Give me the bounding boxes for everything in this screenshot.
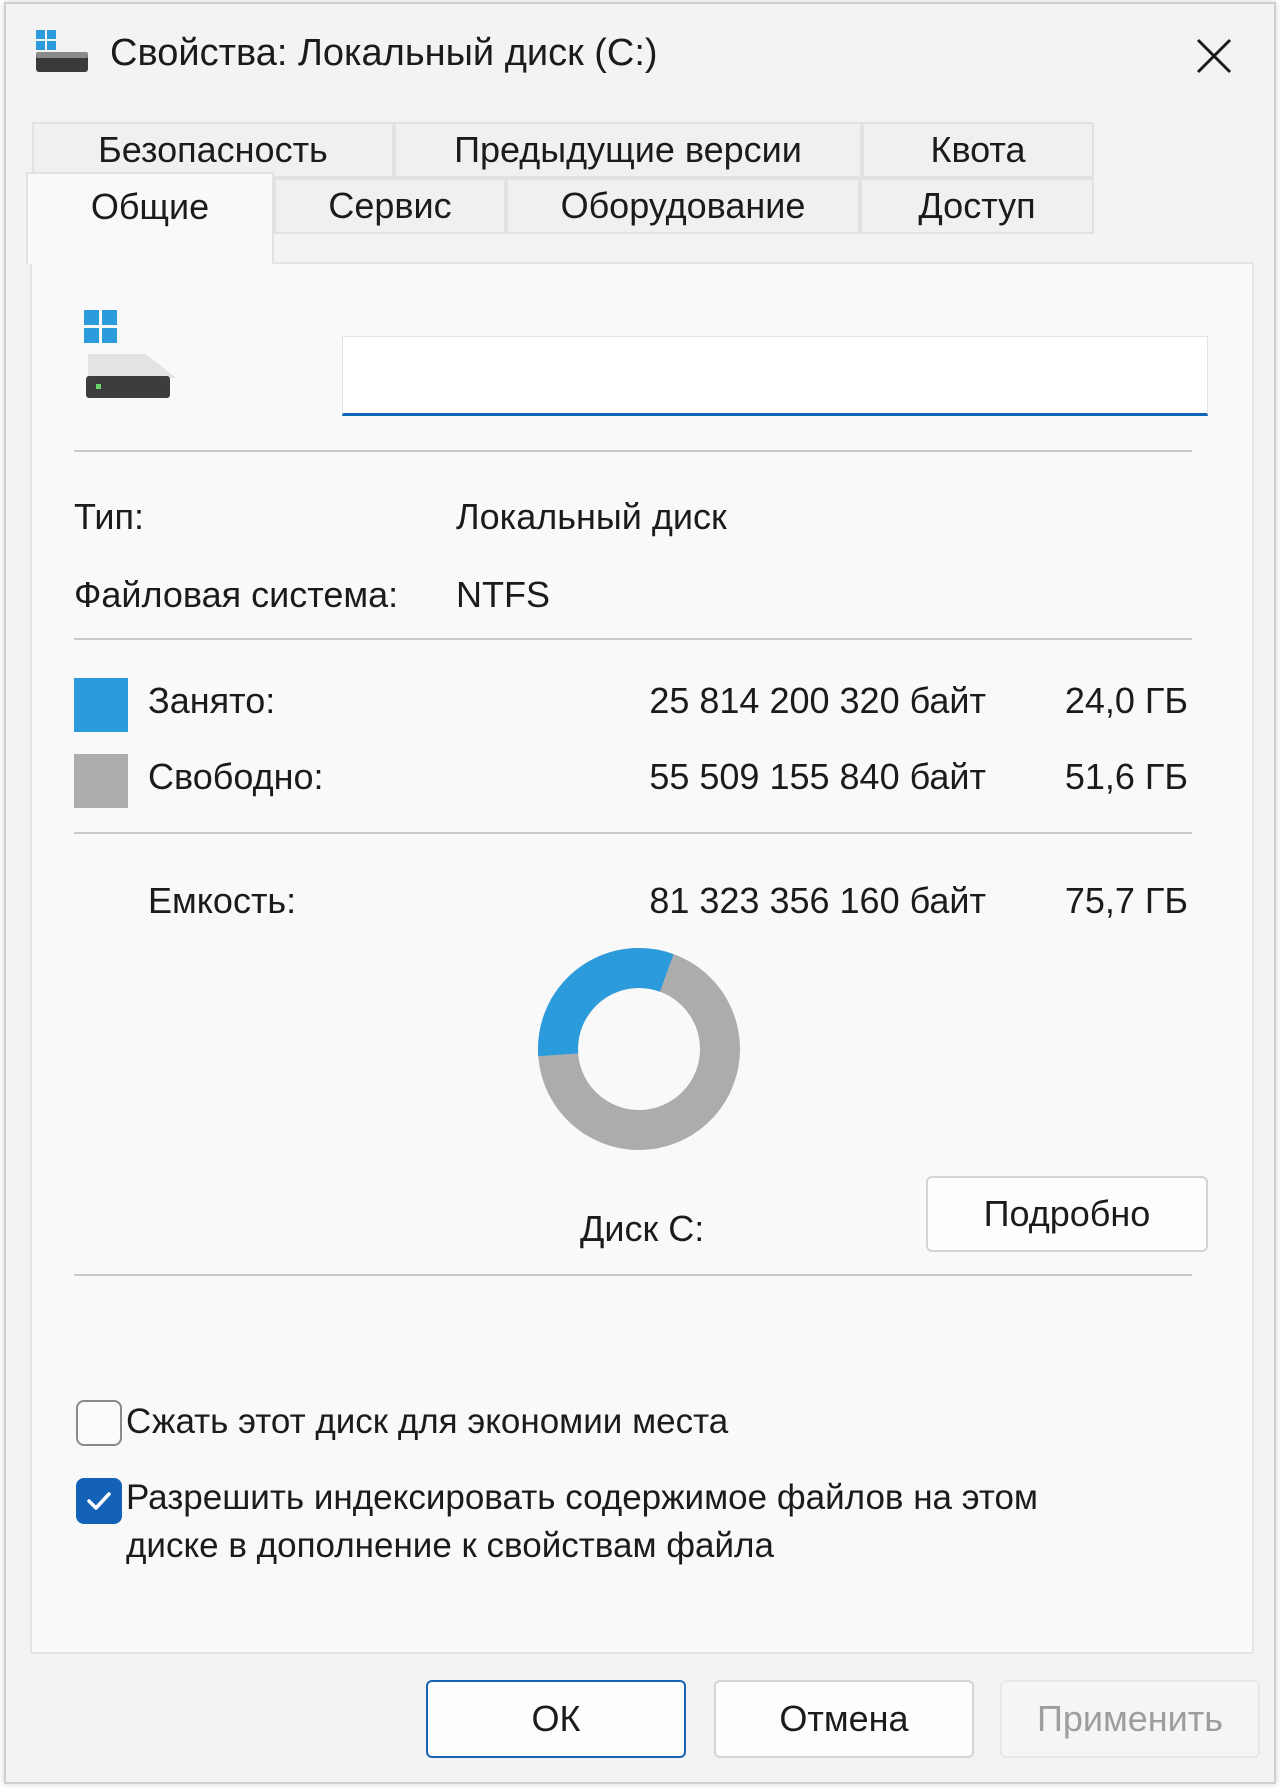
disk-label: Диск C: [580, 1208, 705, 1249]
tab-hardware[interactable]: Оборудование [506, 178, 860, 234]
tab-tools[interactable]: Сервис [274, 178, 506, 234]
type-label: Тип: [74, 496, 145, 537]
used-space-size: 24,0 ГБ [1064, 680, 1188, 721]
close-icon [1196, 38, 1232, 74]
index-label-line2: диске в дополнение к свойствам файла [126, 1526, 774, 1565]
used-space-swatch [74, 678, 128, 732]
free-space-size: 51,6 ГБ [1064, 756, 1188, 797]
drive-icon [36, 30, 88, 72]
tab-quota[interactable]: Квота [862, 122, 1094, 178]
capacity-size: 75,7 ГБ [1064, 880, 1188, 921]
capacity-label: Емкость: [148, 880, 297, 921]
checkmark-icon [87, 1492, 111, 1510]
general-tab-panel: Тип: Локальный диск Файловая система: NT… [30, 262, 1254, 1654]
apply-button[interactable]: Применить [1000, 1680, 1260, 1758]
capacity-bytes: 81 323 356 160 байт [649, 880, 986, 921]
tab-sharing[interactable]: Доступ [860, 178, 1094, 234]
index-label-line1: Разрешить индексировать содержимое файло… [126, 1478, 1038, 1517]
tab-previous-versions[interactable]: Предыдущие версии [394, 122, 862, 178]
free-space-bytes: 55 509 155 840 байт [649, 756, 986, 797]
divider [74, 1274, 1192, 1276]
drive-icon [84, 310, 176, 398]
compress-checkbox[interactable] [76, 1400, 122, 1446]
compress-label: Сжать этот диск для экономии места [126, 1402, 729, 1441]
ok-button[interactable]: ОК [426, 1680, 686, 1758]
free-space-swatch [74, 754, 128, 808]
details-button[interactable]: Подробно [926, 1176, 1208, 1252]
free-space-label: Свободно: [148, 756, 324, 797]
divider [74, 450, 1192, 452]
properties-dialog: Свойства: Локальный диск (C:) Безопаснос… [4, 2, 1276, 1784]
title-bar: Свойства: Локальный диск (C:) [6, 4, 1274, 108]
index-checkbox[interactable] [76, 1478, 122, 1524]
window-title: Свойства: Локальный диск (C:) [110, 32, 658, 74]
divider [74, 638, 1192, 640]
disk-usage-donut [538, 948, 740, 1150]
tab-security[interactable]: Безопасность [32, 122, 394, 178]
type-value: Локальный диск [456, 496, 727, 537]
filesystem-value: NTFS [456, 574, 550, 615]
divider [74, 832, 1192, 834]
cancel-button[interactable]: Отмена [714, 1680, 974, 1758]
used-space-label: Занято: [148, 680, 276, 721]
close-button[interactable] [1182, 24, 1246, 88]
filesystem-label: Файловая система: [74, 574, 399, 615]
tab-general[interactable]: Общие [26, 172, 274, 264]
drive-name-input[interactable] [342, 336, 1208, 416]
used-space-bytes: 25 814 200 320 байт [649, 680, 986, 721]
